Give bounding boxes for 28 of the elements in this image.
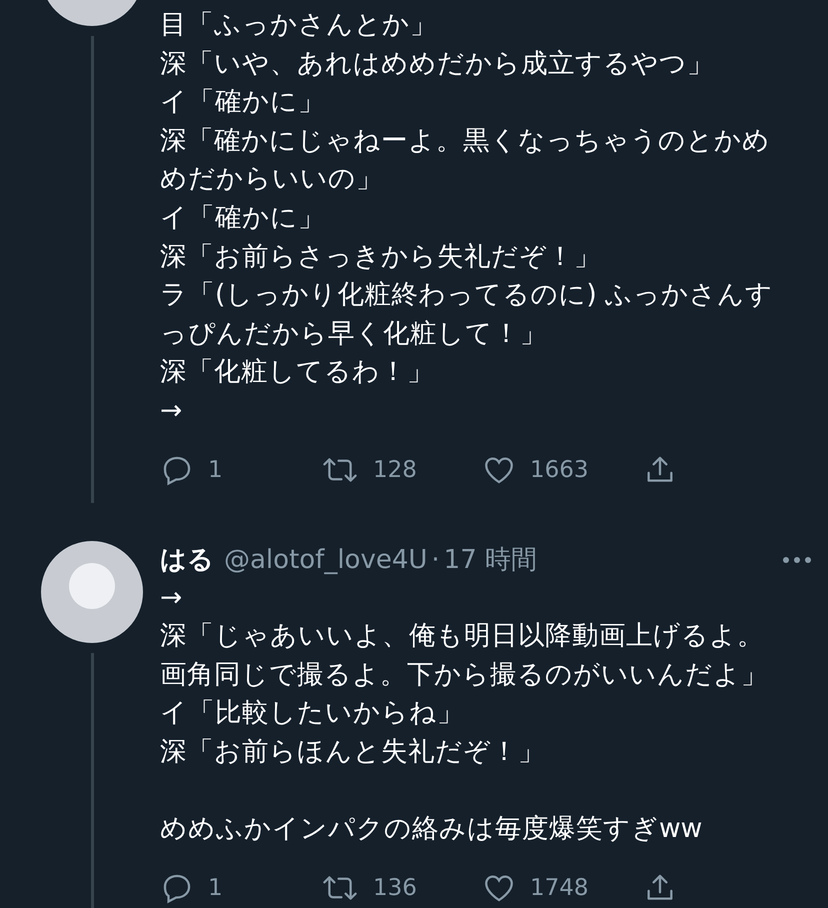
tweet-text-line: 画角同じで撮るよ。下から撮るのがいいんだよ」: [160, 658, 769, 692]
tweet-text-line: 深「お前らさっきから失礼だぞ！」: [160, 240, 602, 274]
like-count: 1663: [530, 456, 589, 483]
tweet-text-line: →: [160, 580, 184, 615]
tweet-text-line: 深「お前らほんと失礼だぞ！」: [160, 734, 546, 769]
timestamp: 17 時間: [444, 544, 538, 578]
tweet-text-line: →: [160, 394, 184, 428]
tweet-text-line: っぴんだから早く化粧して！」: [160, 316, 548, 351]
reply-count: 1: [208, 874, 223, 901]
separator: ·: [431, 544, 440, 575]
tweet-text-line: 目「ふっかさんとか」: [160, 8, 438, 42]
tweet-text-line: イ「確かに」: [160, 200, 326, 235]
reply-count: 1: [208, 456, 223, 483]
tweet-text-line: めめふかインパクの絡みは毎度爆笑すぎww: [160, 812, 704, 846]
tweet-text-line: 深「じゃあいいよ、俺も明日以降動画上げるよ。: [160, 619, 765, 654]
like-count: 1748: [530, 874, 589, 901]
tweet-text-line: ラ「(しっかり化粧終わってるのに) ふっかさんす: [160, 278, 774, 312]
tweet-text-line: イ「比較したいからね」: [160, 696, 465, 730]
retweet-count: 136: [373, 874, 417, 901]
display-name: はる: [160, 544, 214, 578]
tweet-text-line: めだからいいの」: [160, 162, 384, 196]
tweet-text-line: 深「いや、あれはめめだから成立するやつ」: [160, 46, 715, 81]
retweet-count: 128: [373, 456, 417, 483]
tweet-text-line: 深「化粧してるわ！」: [160, 355, 435, 390]
user-handle: @alotof_love4U: [224, 544, 428, 575]
tweet-text-line: イ「確かに」: [160, 85, 326, 120]
tweet-text-line: 深「確かにじゃねーよ。黒くなっちゃうのとかめ: [160, 124, 771, 158]
more-icon[interactable]: [782, 556, 812, 564]
